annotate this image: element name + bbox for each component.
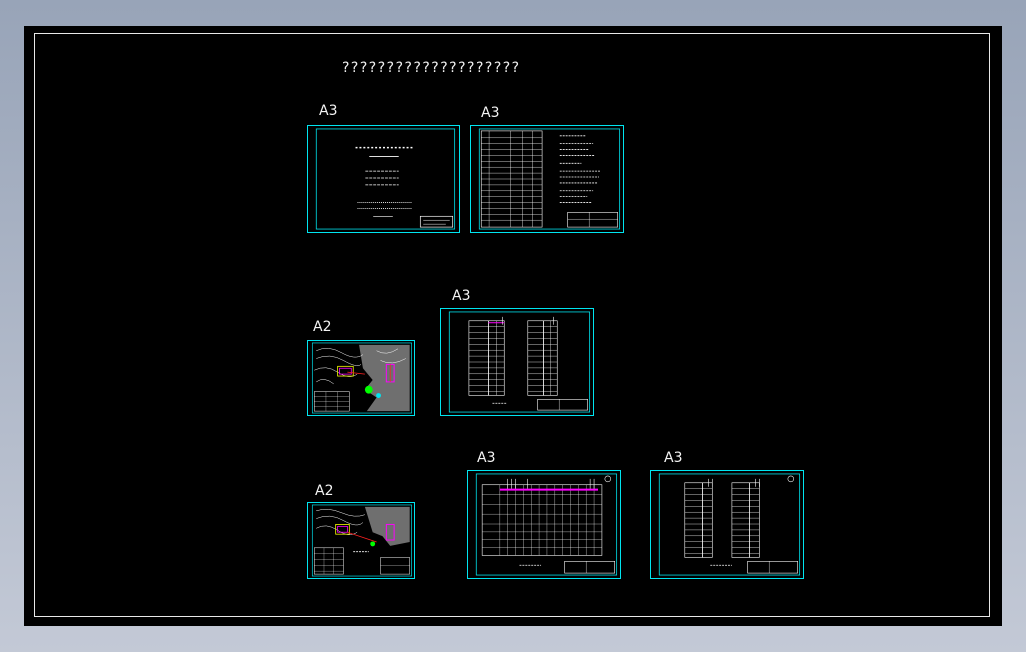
sheet-size-label: A2 bbox=[315, 483, 334, 499]
sheet-size-label: A3 bbox=[477, 450, 496, 466]
sheet-plan-1[interactable] bbox=[307, 340, 415, 416]
cad-viewport[interactable]: ???????????????????? A3 A3 A2 A3 A2 A3 A… bbox=[24, 26, 1002, 626]
sheet-plan-2[interactable] bbox=[307, 502, 415, 579]
sheet-size-label: A2 bbox=[313, 319, 332, 335]
drawing-title: ???????????????????? bbox=[342, 60, 521, 76]
sheet-table-1-drawing bbox=[448, 311, 591, 413]
sheet-grid-1-drawing bbox=[475, 473, 618, 576]
sheet-table-2[interactable] bbox=[650, 470, 804, 579]
sheet-size-label: A3 bbox=[452, 288, 471, 304]
sheet-size-label: A3 bbox=[664, 450, 683, 466]
sheet-plan-1-drawing bbox=[311, 342, 412, 414]
sheet-cover-drawing bbox=[315, 128, 456, 230]
sheet-index[interactable] bbox=[470, 125, 624, 233]
sheet-table-2-drawing bbox=[658, 473, 801, 576]
sheet-size-label: A3 bbox=[481, 105, 500, 121]
sheet-index-drawing bbox=[478, 128, 621, 230]
sheet-cover[interactable] bbox=[307, 125, 460, 233]
sheet-size-label: A3 bbox=[319, 103, 338, 119]
sheet-grid-1[interactable] bbox=[467, 470, 621, 579]
sheet-plan-2-drawing bbox=[311, 504, 412, 577]
sheet-table-1[interactable] bbox=[440, 308, 594, 416]
